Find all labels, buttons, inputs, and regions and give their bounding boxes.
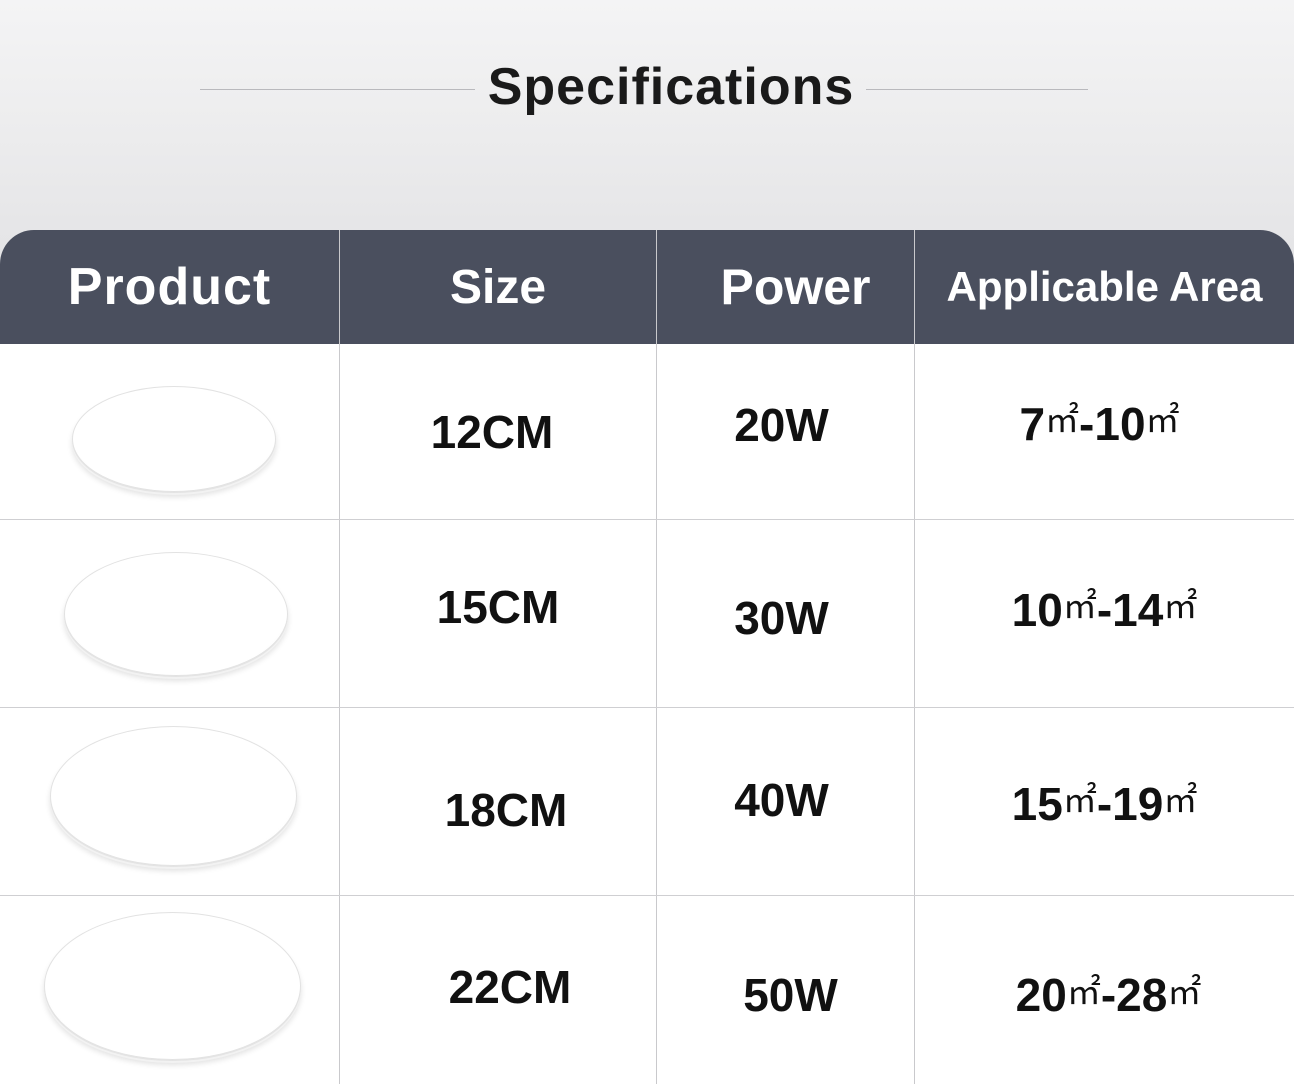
power-cell: 50W — [743, 969, 838, 1021]
area-max: 10 — [1094, 397, 1146, 450]
square-meter-unit: ㎡ — [1167, 972, 1202, 1013]
product-lamp-image — [44, 912, 301, 1060]
header-size: Size — [449, 260, 547, 314]
area-max: 14 — [1112, 583, 1164, 636]
product-lamp-image — [50, 726, 297, 866]
square-meter-unit: ㎡ — [1145, 401, 1180, 441]
size-cell: 18CM — [444, 783, 568, 836]
product-lamp-image — [64, 552, 288, 676]
square-meter-unit: ㎡ — [1163, 587, 1198, 627]
size-cell: 15CM — [436, 580, 560, 633]
area-separator: - — [1096, 777, 1113, 830]
area-separator: - — [1096, 583, 1113, 636]
square-meter-unit: ㎡ — [1163, 781, 1198, 821]
specifications-table: Product Size Power Applicable Area 12CM … — [0, 230, 1294, 1084]
square-meter-unit: ㎡ — [1062, 781, 1097, 821]
size-cell: 12CM — [430, 405, 554, 458]
area-cell: 15 ㎡ -19 ㎡ — [915, 708, 1294, 895]
area-max: 19 — [1112, 777, 1164, 830]
area-min: 15 — [1011, 777, 1063, 830]
header-product: Product — [67, 258, 272, 316]
power-cell: 20W — [734, 398, 829, 451]
area-cell: 10 ㎡ -14 ㎡ — [915, 520, 1294, 707]
area-min: 10 — [1011, 583, 1063, 636]
header-power: Power — [720, 259, 871, 315]
area-max: 28 — [1116, 969, 1168, 1021]
size-cell: 22CM — [448, 961, 572, 1013]
area-min: 20 — [1015, 969, 1067, 1021]
square-meter-unit: ㎡ — [1062, 587, 1097, 627]
square-meter-unit: ㎡ — [1066, 972, 1101, 1013]
square-meter-unit: ㎡ — [1045, 401, 1080, 441]
area-cell: 20 ㎡ -28 ㎡ — [915, 896, 1294, 1084]
page-title: Specifications — [487, 58, 855, 116]
area-separator: - — [1079, 397, 1095, 450]
power-cell: 30W — [734, 591, 829, 644]
area-separator: - — [1100, 969, 1117, 1021]
power-cell: 40W — [734, 773, 829, 826]
header-applicable-area: Applicable Area — [946, 263, 1263, 310]
area-min: 7 — [1019, 397, 1046, 450]
product-lamp-image — [72, 386, 276, 492]
area-cell: 7 ㎡ -10 ㎡ — [915, 344, 1294, 519]
